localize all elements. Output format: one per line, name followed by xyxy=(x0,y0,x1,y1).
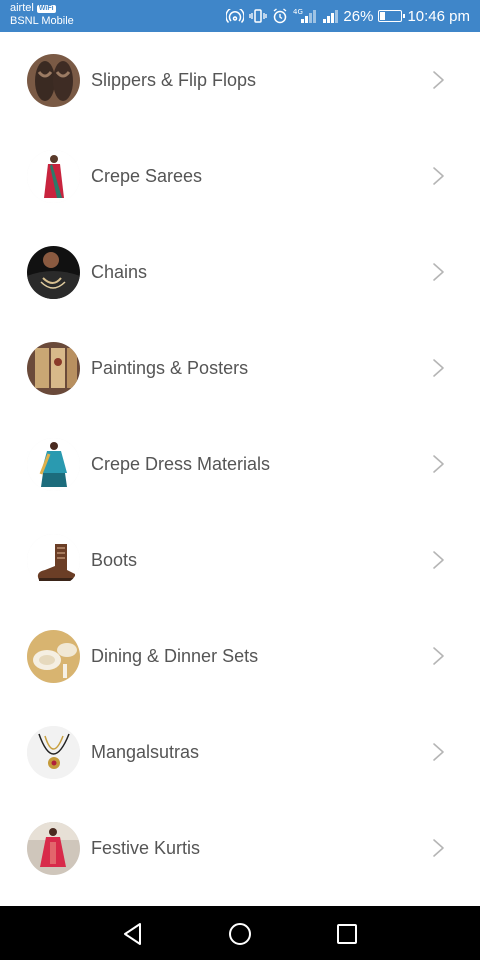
alarm-icon xyxy=(272,8,288,24)
chevron-right-icon xyxy=(432,358,446,378)
network-type-label: 4G xyxy=(293,8,303,16)
chevron-right-icon xyxy=(432,838,446,858)
chevron-right-icon xyxy=(432,166,446,186)
dining-thumbnail xyxy=(27,629,80,683)
status-icons: 4G 26% 10:46 pm xyxy=(226,0,470,32)
category-item[interactable]: Mangalsutras xyxy=(0,704,480,800)
category-item[interactable]: Crepe Dress Materials xyxy=(0,416,480,512)
category-label: Paintings & Posters xyxy=(91,357,249,378)
category-label: Dining & Dinner Sets xyxy=(91,645,259,666)
signal-4g-icon: 4G xyxy=(293,8,317,24)
chevron-right-icon xyxy=(432,646,446,666)
back-icon[interactable] xyxy=(120,921,146,947)
battery-percent: 26% xyxy=(343,7,374,25)
chevron-right-icon xyxy=(432,454,446,474)
wifi-calling-badge: WiFi xyxy=(36,4,56,13)
category-list: Slippers & Flip Flops Crepe Sarees Chain… xyxy=(0,32,480,896)
saree-thumbnail xyxy=(27,149,80,203)
category-item[interactable]: Dining & Dinner Sets xyxy=(0,608,480,704)
clock: 10:46 pm xyxy=(407,7,470,25)
category-item[interactable]: Paintings & Posters xyxy=(0,320,480,416)
dress-material-thumbnail xyxy=(27,437,80,491)
kurtis-thumbnail xyxy=(27,821,80,875)
carrier-name: airtel xyxy=(10,2,34,14)
vibrate-icon xyxy=(249,9,268,23)
mangalsutra-thumbnail xyxy=(27,725,80,779)
chevron-right-icon xyxy=(432,262,446,282)
chevron-right-icon xyxy=(432,70,446,90)
category-label: Mangalsutras xyxy=(91,741,200,762)
battery-icon xyxy=(378,10,406,22)
slippers-thumbnail xyxy=(27,53,80,107)
category-item[interactable]: Slippers & Flip Flops xyxy=(0,32,480,128)
category-label: Chains xyxy=(91,261,148,282)
category-item[interactable]: Crepe Sarees xyxy=(0,128,480,224)
category-label: Crepe Dress Materials xyxy=(91,453,271,474)
category-item[interactable]: Chains xyxy=(0,224,480,320)
chevron-right-icon xyxy=(432,550,446,570)
category-item[interactable]: Festive Kurtis xyxy=(0,800,480,896)
home-icon[interactable] xyxy=(227,921,253,947)
category-item[interactable]: Boots xyxy=(0,512,480,608)
signal-icon xyxy=(322,8,339,24)
paintings-thumbnail xyxy=(27,341,80,395)
navigation-bar xyxy=(0,906,480,960)
category-label: Slippers & Flip Flops xyxy=(91,69,257,90)
chevron-right-icon xyxy=(432,742,446,762)
boots-thumbnail xyxy=(27,533,80,587)
category-label: Festive Kurtis xyxy=(91,837,201,858)
category-label: Boots xyxy=(91,549,138,570)
chains-thumbnail xyxy=(27,245,80,299)
hotspot-icon xyxy=(226,9,245,23)
status-bar: airtel WiFi BSNL Mobile 4G 26% 10:46 pm xyxy=(0,0,480,32)
second-carrier-name: BSNL Mobile xyxy=(10,15,74,27)
category-label: Crepe Sarees xyxy=(91,165,203,186)
carrier-info: airtel WiFi BSNL Mobile xyxy=(10,2,74,28)
recents-icon[interactable] xyxy=(334,921,360,947)
